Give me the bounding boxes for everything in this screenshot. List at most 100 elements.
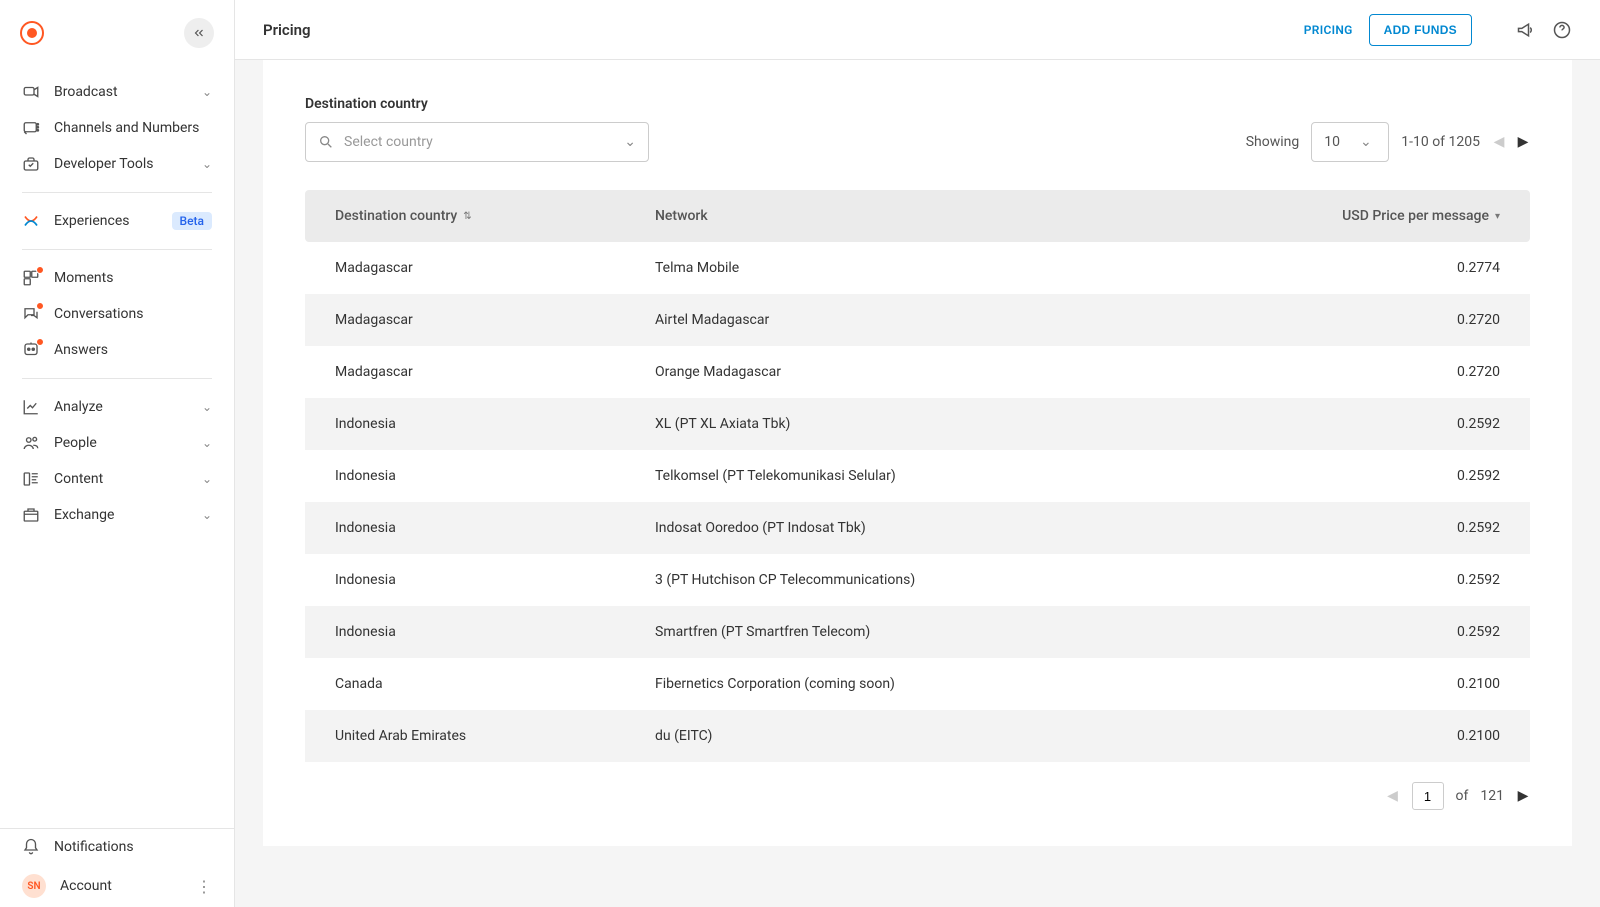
- cell-price: 0.2100: [1300, 676, 1500, 692]
- pricing-link[interactable]: PRICING: [1304, 23, 1353, 37]
- add-funds-button[interactable]: ADD FUNDS: [1369, 14, 1472, 46]
- sidebar: Broadcast ⌄ Channels and Numbers Develop…: [0, 0, 235, 907]
- cell-network: Telma Mobile: [655, 260, 1300, 276]
- sidebar-item-content[interactable]: Content ⌄: [0, 461, 234, 497]
- sidebar-item-analyze[interactable]: Analyze ⌄: [0, 389, 234, 425]
- page-input[interactable]: [1412, 782, 1444, 810]
- sidebar-item-label: Developer Tools: [54, 156, 188, 172]
- cell-network: Orange Madagascar: [655, 364, 1300, 380]
- table-row: IndonesiaXL (PT XL Axiata Tbk)0.2592: [305, 398, 1530, 450]
- cell-country: Madagascar: [335, 312, 655, 328]
- sidebar-item-developer-tools[interactable]: Developer Tools ⌄: [0, 146, 234, 182]
- sidebar-item-channels[interactable]: Channels and Numbers: [0, 110, 234, 146]
- sidebar-item-label: Notifications: [54, 839, 212, 855]
- sort-icon: ⇅: [463, 211, 471, 222]
- sidebar-item-label: Experiences: [54, 213, 158, 229]
- cell-price: 0.2592: [1300, 468, 1500, 484]
- sidebar-item-label: Exchange: [54, 507, 188, 523]
- sidebar-item-conversations[interactable]: Conversations: [0, 296, 234, 332]
- country-select[interactable]: Select country ⌄: [305, 122, 649, 162]
- table-row: Indonesia3 (PT Hutchison CP Telecommunic…: [305, 554, 1530, 606]
- sidebar-item-moments[interactable]: Moments: [0, 260, 234, 296]
- sidebar-item-label: Analyze: [54, 399, 188, 415]
- sidebar-item-experiences[interactable]: Experiences Beta: [0, 203, 234, 239]
- sidebar-item-label: Content: [54, 471, 188, 487]
- logo[interactable]: [20, 21, 44, 45]
- cell-price: 0.2592: [1300, 624, 1500, 640]
- sidebar-item-broadcast[interactable]: Broadcast ⌄: [0, 74, 234, 110]
- sidebar-item-label: Answers: [54, 342, 212, 358]
- announcement-icon[interactable]: [1516, 20, 1536, 40]
- experiences-icon: [22, 212, 40, 230]
- sidebar-item-label: Moments: [54, 270, 212, 286]
- next-page-button-bottom[interactable]: ▶: [1516, 788, 1530, 804]
- of-label: of: [1456, 788, 1469, 804]
- column-header-network: Network: [655, 208, 1300, 224]
- range-text: 1-10 of 1205: [1401, 134, 1480, 150]
- cell-network: Airtel Madagascar: [655, 312, 1300, 328]
- cell-price: 0.2774: [1300, 260, 1500, 276]
- sidebar-item-label: Account: [60, 878, 182, 894]
- sidebar-item-exchange[interactable]: Exchange ⌄: [0, 497, 234, 533]
- prev-page-button[interactable]: ◀: [1492, 134, 1506, 150]
- cell-price: 0.2592: [1300, 520, 1500, 536]
- cell-price: 0.2720: [1300, 312, 1500, 328]
- sort-desc-icon: ▾: [1495, 211, 1500, 222]
- sidebar-item-notifications[interactable]: Notifications: [0, 829, 234, 865]
- chevron-double-left-icon: [192, 26, 206, 40]
- table-row: United Arab Emiratesdu (EITC)0.2100: [305, 710, 1530, 762]
- sidebar-item-account[interactable]: SN Account ⋮: [0, 865, 234, 907]
- cell-network: du (EITC): [655, 728, 1300, 744]
- cell-country: United Arab Emirates: [335, 728, 655, 744]
- people-icon: [22, 434, 40, 452]
- page-size-select[interactable]: 10 ⌄: [1311, 122, 1389, 162]
- column-header-price[interactable]: USD Price per message ▾: [1300, 208, 1500, 224]
- chevron-down-icon: ⌄: [202, 85, 212, 99]
- prev-page-button-bottom[interactable]: ◀: [1386, 788, 1400, 804]
- page-title: Pricing: [263, 21, 1288, 39]
- answers-icon: [22, 341, 40, 359]
- cell-price: 0.2592: [1300, 572, 1500, 588]
- more-icon[interactable]: ⋮: [196, 877, 212, 896]
- table-row: MadagascarAirtel Madagascar0.2720: [305, 294, 1530, 346]
- help-icon[interactable]: [1552, 20, 1572, 40]
- sidebar-item-label: People: [54, 435, 188, 451]
- beta-badge: Beta: [172, 212, 212, 230]
- cell-network: Fibernetics Corporation (coming soon): [655, 676, 1300, 692]
- cell-country: Indonesia: [335, 624, 655, 640]
- chevron-down-icon: ⌄: [624, 134, 636, 150]
- chevron-down-icon: ⌄: [202, 400, 212, 414]
- table-row: IndonesiaTelkomsel (PT Telekomunikasi Se…: [305, 450, 1530, 502]
- cell-price: 0.2720: [1300, 364, 1500, 380]
- moments-icon: [22, 269, 40, 287]
- avatar: SN: [22, 874, 46, 898]
- next-page-button[interactable]: ▶: [1516, 134, 1530, 150]
- analyze-icon: [22, 398, 40, 416]
- pricing-table: Destination country ⇅ Network USD Price …: [305, 190, 1530, 762]
- chevron-down-icon: ⌄: [1360, 134, 1372, 150]
- toolbox-icon: [22, 155, 40, 173]
- sidebar-item-people[interactable]: People ⌄: [0, 425, 234, 461]
- bell-icon: [22, 838, 40, 856]
- topbar: Pricing PRICING ADD FUNDS: [235, 0, 1600, 60]
- exchange-icon: [22, 506, 40, 524]
- content-icon: [22, 470, 40, 488]
- column-header-country[interactable]: Destination country ⇅: [335, 208, 655, 224]
- broadcast-icon: [22, 83, 40, 101]
- collapse-sidebar-button[interactable]: [184, 18, 214, 48]
- conversations-icon: [22, 305, 40, 323]
- search-icon: [318, 134, 334, 150]
- sidebar-item-label: Broadcast: [54, 84, 188, 100]
- chevron-down-icon: ⌄: [202, 157, 212, 171]
- cell-network: XL (PT XL Axiata Tbk): [655, 416, 1300, 432]
- cell-country: Madagascar: [335, 260, 655, 276]
- table-row: MadagascarOrange Madagascar0.2720: [305, 346, 1530, 398]
- sidebar-item-answers[interactable]: Answers: [0, 332, 234, 368]
- sidebar-item-label: Conversations: [54, 306, 212, 322]
- cell-country: Indonesia: [335, 468, 655, 484]
- chevron-down-icon: ⌄: [202, 508, 212, 522]
- cell-price: 0.2592: [1300, 416, 1500, 432]
- total-pages: 121: [1480, 788, 1504, 804]
- cell-network: Smartfren (PT Smartfren Telecom): [655, 624, 1300, 640]
- sidebar-item-label: Channels and Numbers: [54, 120, 212, 136]
